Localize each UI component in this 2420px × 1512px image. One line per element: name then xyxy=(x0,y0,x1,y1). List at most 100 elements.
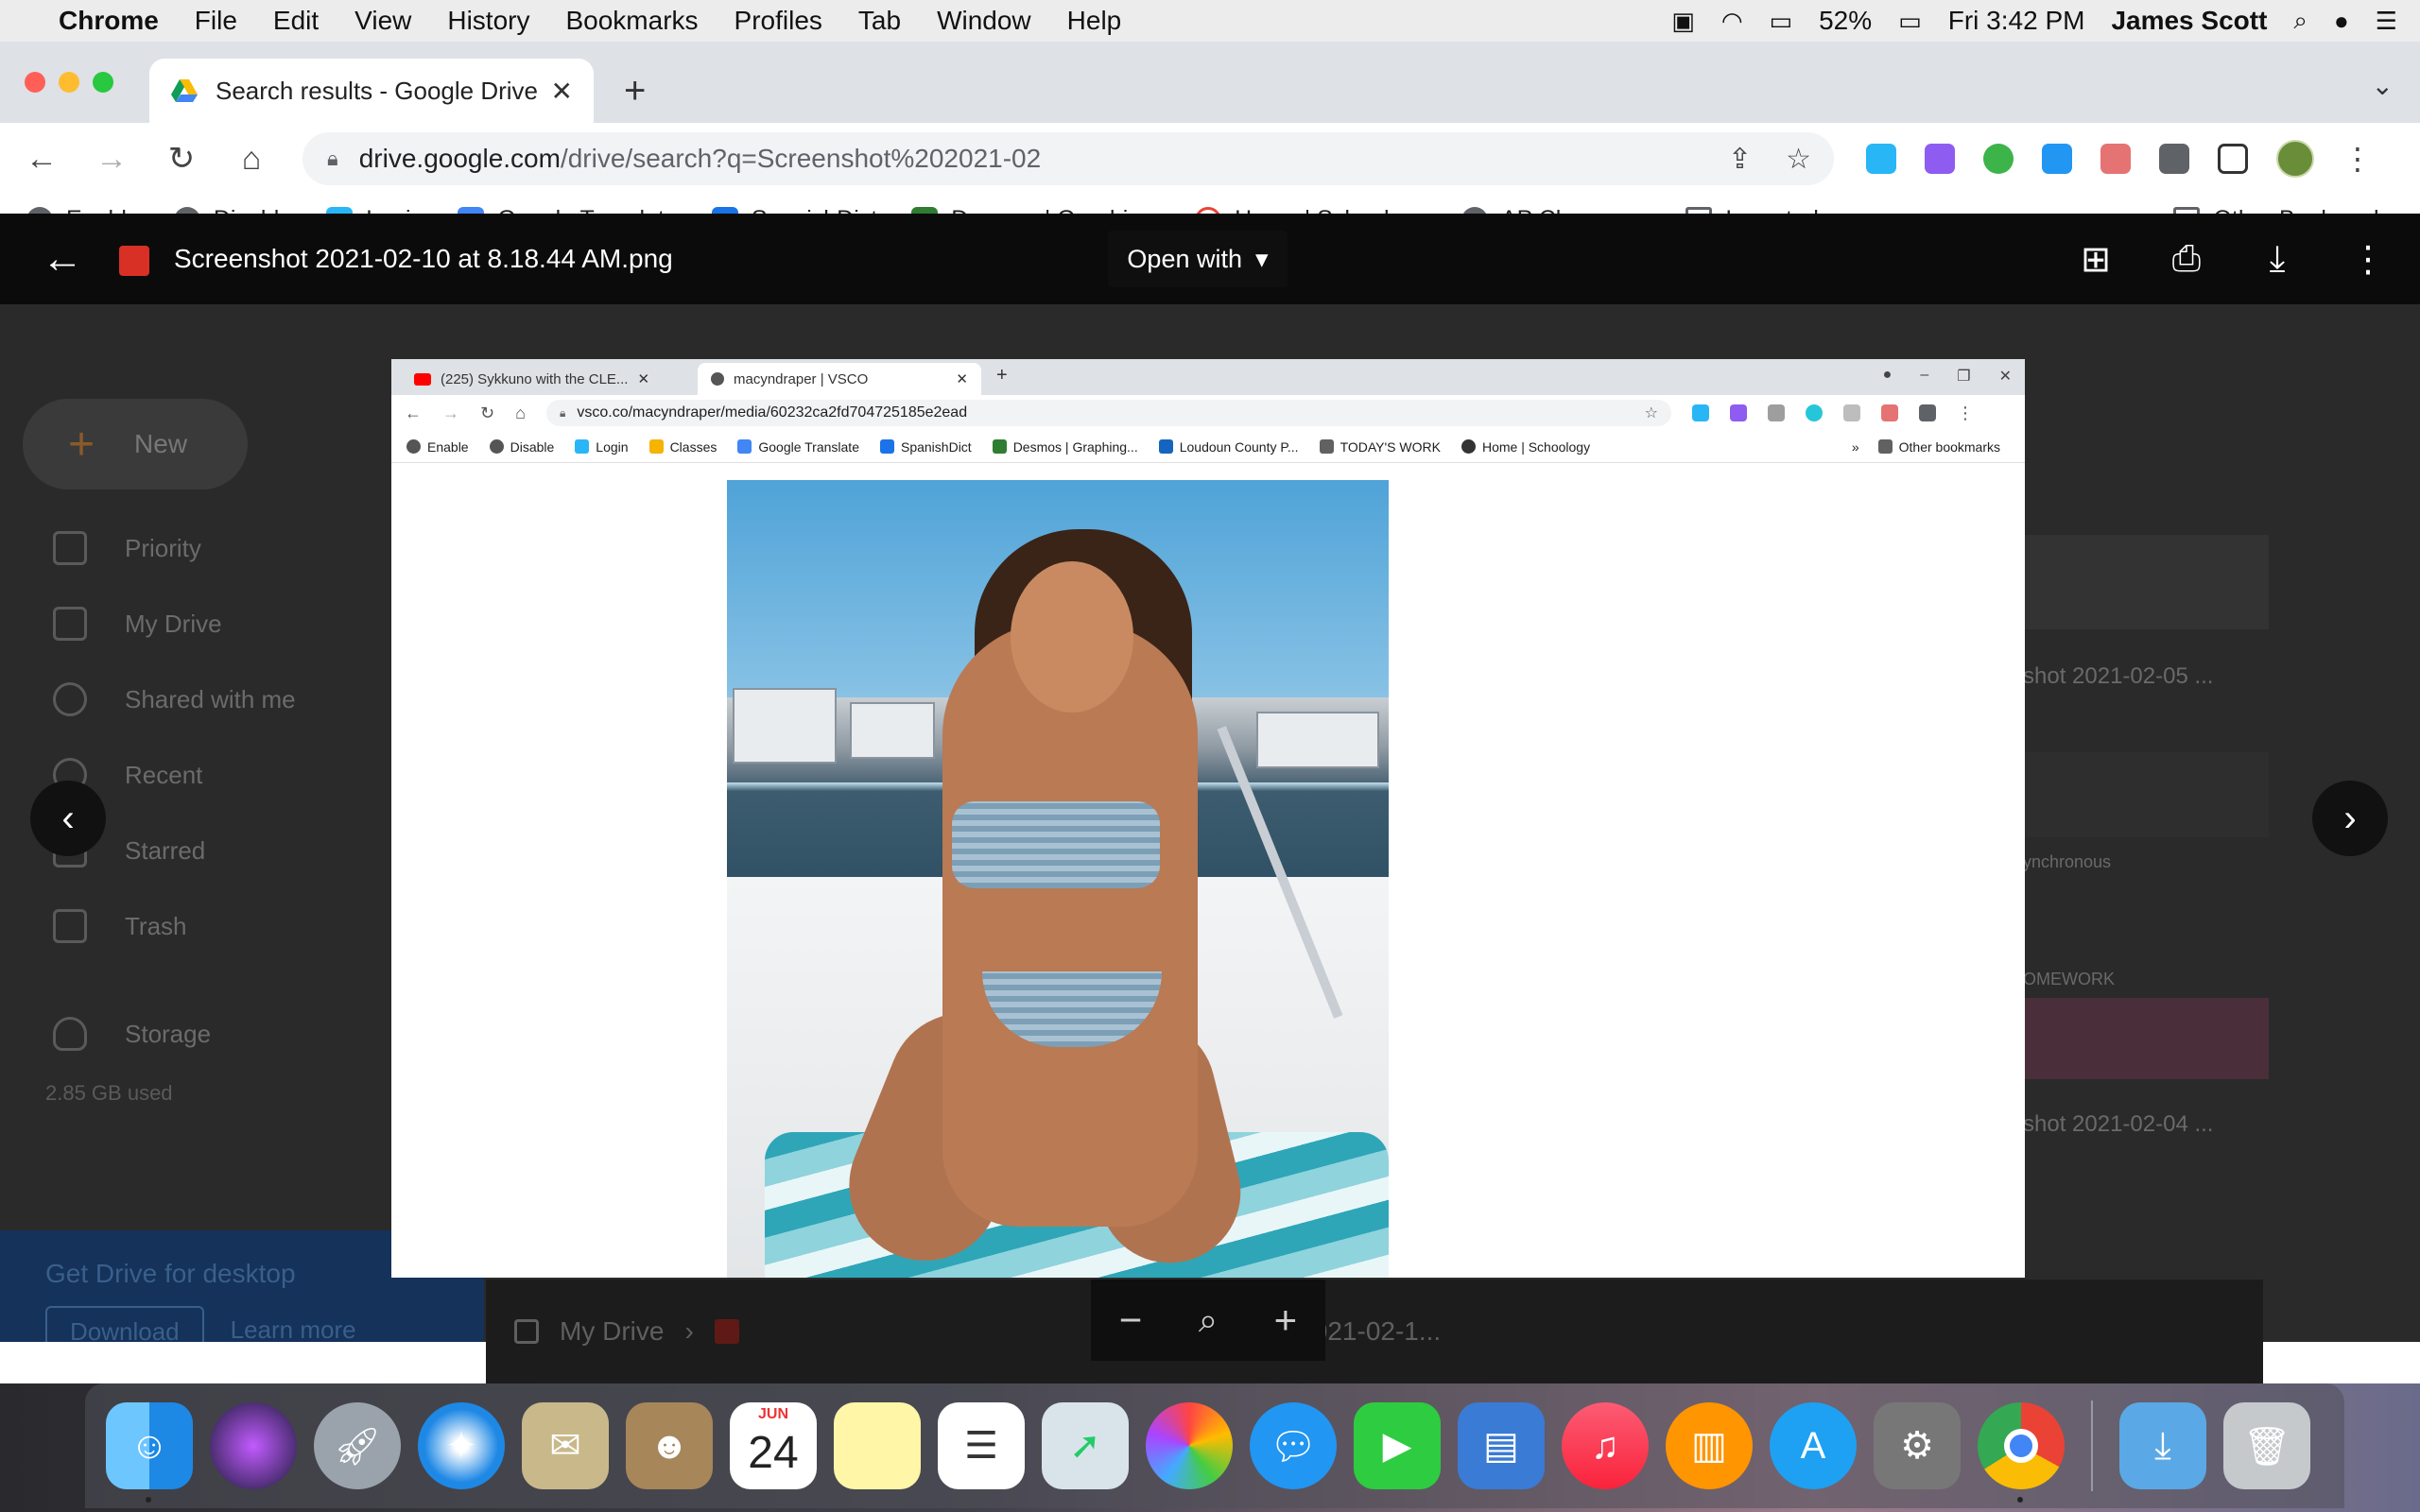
download-icon[interactable]: ⤓ xyxy=(2256,237,2299,281)
mail-icon[interactable]: ✉ xyxy=(522,1402,609,1489)
zoom-reset-icon[interactable]: ⌕ xyxy=(1199,1300,1218,1341)
spotlight-search-icon[interactable]: ⌕ xyxy=(2293,6,2308,36)
macos-menu-bar: Chrome File Edit View History Bookmarks … xyxy=(0,0,2420,42)
calendar-day: 24 xyxy=(748,1427,799,1478)
next-file-button[interactable]: › xyxy=(2312,781,2388,856)
reload-icon[interactable]: ↻ xyxy=(163,140,200,178)
sidebar-item-my-drive[interactable]: My Drive xyxy=(53,607,222,641)
home-icon[interactable]: ⌂ xyxy=(233,141,270,178)
sidebar-item-priority[interactable]: Priority xyxy=(53,531,201,565)
extension-rw-icon[interactable] xyxy=(1925,144,1955,174)
facetime-icon[interactable]: ▶ xyxy=(1354,1402,1441,1489)
bookmark-star-icon[interactable]: ☆ xyxy=(1786,143,1811,176)
battery-percent: 52% xyxy=(1819,6,1873,35)
launchpad-icon[interactable]: 🚀︎ xyxy=(314,1402,401,1489)
safari-icon[interactable]: ✧ xyxy=(418,1402,505,1489)
close-viewer-arrow-icon[interactable]: ← xyxy=(42,235,83,283)
extensions-puzzle-icon[interactable] xyxy=(2159,144,2189,174)
app-store-icon[interactable]: A xyxy=(1770,1402,1857,1489)
chrome-icon[interactable] xyxy=(1978,1402,2065,1503)
more-options-icon[interactable]: ⋮ xyxy=(2346,237,2390,281)
battery-icon[interactable]: ▭ xyxy=(1898,7,1922,36)
learn-more-link[interactable]: Learn more xyxy=(231,1306,356,1342)
add-comment-icon[interactable]: ⊞ xyxy=(2074,237,2118,281)
menu-tab[interactable]: Tab xyxy=(858,6,901,36)
system-preferences-icon[interactable]: ⚙ xyxy=(1874,1402,1961,1489)
new-tab-button[interactable]: + xyxy=(624,70,646,112)
tab-google-drive[interactable]: Search results - Google Drive ✕ xyxy=(149,59,594,123)
downloads-folder-icon[interactable]: ⤓ xyxy=(2119,1402,2206,1489)
print-icon[interactable]: ⎙ xyxy=(2165,237,2208,281)
chrome-menu-icon[interactable]: ⋮ xyxy=(2342,141,2373,177)
wifi-icon[interactable]: ◠ xyxy=(1721,7,1743,36)
contacts-icon[interactable]: ☻ xyxy=(626,1402,713,1489)
preview-tab-youtube: (225) Sykkuno with the CLE... ✕ xyxy=(401,363,700,395)
extension-arrows-icon[interactable] xyxy=(2042,144,2072,174)
result-thumbnail[interactable] xyxy=(2023,998,2269,1079)
maps-icon[interactable]: ➚ xyxy=(1042,1402,1129,1489)
extension-cast-icon[interactable] xyxy=(2100,144,2131,174)
finder-icon[interactable]: ☺ xyxy=(106,1402,193,1503)
close-window-button[interactable] xyxy=(25,72,45,93)
breadcrumb: My Drive › Screenshot 2021-02-1... xyxy=(486,1280,2263,1383)
messages-icon[interactable]: 💬︎ xyxy=(1250,1402,1337,1489)
menu-file[interactable]: File xyxy=(195,6,237,36)
menu-app-name[interactable]: Chrome xyxy=(59,6,159,36)
side-panel-icon[interactable] xyxy=(2218,144,2248,174)
keynote-icon[interactable]: ▤ xyxy=(1458,1402,1545,1489)
download-drive-button[interactable]: Download xyxy=(45,1306,204,1342)
extension-cloud-icon[interactable] xyxy=(1866,144,1896,174)
menu-clock[interactable]: Fri 3:42 PM xyxy=(1948,6,2085,36)
forward-icon[interactable]: → xyxy=(93,141,130,178)
new-button[interactable]: + New xyxy=(23,399,248,490)
result-thumbnail[interactable] xyxy=(2023,535,2269,629)
result-label[interactable]: shot 2021-02-05 ... xyxy=(2023,663,2213,690)
my-drive-icon xyxy=(53,607,87,641)
airplay-icon[interactable]: ▭ xyxy=(1770,7,1793,36)
sidebar-item-shared[interactable]: Shared with me xyxy=(53,682,296,716)
calendar-icon[interactable]: JUN 24 xyxy=(730,1402,817,1489)
trash-icon[interactable]: 🗑︎ xyxy=(2223,1402,2310,1489)
menu-help[interactable]: Help xyxy=(1067,6,1122,36)
open-with-button[interactable]: Open with ▾ xyxy=(1108,231,1288,287)
siri-icon[interactable]: ● xyxy=(2334,7,2349,36)
previous-file-button[interactable]: ‹ xyxy=(30,781,106,856)
notes-icon[interactable] xyxy=(834,1402,921,1489)
menu-user-name[interactable]: James Scott xyxy=(2111,6,2267,36)
zoom-window-button[interactable] xyxy=(93,72,113,93)
extension-green-icon[interactable] xyxy=(1983,144,2014,174)
back-icon[interactable]: ← xyxy=(23,141,60,178)
url-path: /drive/search?q=Screenshot%202021-02 xyxy=(560,144,1042,173)
share-icon[interactable]: ⇪ xyxy=(1728,143,1752,176)
extensions-row: ⋮ xyxy=(1866,140,2373,178)
status-app-icon[interactable]: ▣ xyxy=(1671,7,1695,36)
photo-face xyxy=(1011,561,1133,713)
sidebar-item-storage[interactable]: Storage xyxy=(53,1017,211,1051)
lock-icon[interactable]: 🔒︎ xyxy=(327,146,338,171)
profile-avatar[interactable] xyxy=(2276,140,2314,178)
menu-window[interactable]: Window xyxy=(937,6,1031,36)
breadcrumb-my-drive[interactable]: My Drive xyxy=(560,1316,664,1347)
address-bar[interactable]: 🔒︎ drive.google.com/drive/search?q=Scree… xyxy=(302,132,1834,185)
menu-edit[interactable]: Edit xyxy=(273,6,319,36)
zoom-out-icon[interactable]: − xyxy=(1119,1297,1143,1343)
photo-building xyxy=(850,702,935,759)
photos-icon[interactable] xyxy=(1146,1402,1233,1489)
control-center-icon[interactable]: ☰ xyxy=(2376,7,2397,36)
close-tab-icon[interactable]: ✕ xyxy=(551,76,573,107)
siri-icon[interactable] xyxy=(210,1402,297,1489)
tab-search-chevron-icon[interactable]: ⌄ xyxy=(2372,70,2394,101)
music-icon[interactable]: ♫ xyxy=(1562,1402,1649,1489)
menu-profiles[interactable]: Profiles xyxy=(735,6,822,36)
result-label[interactable]: shot 2021-02-04 ... xyxy=(2023,1111,2213,1138)
books-icon[interactable]: ▥ xyxy=(1666,1402,1753,1489)
sidebar-item-trash[interactable]: Trash xyxy=(53,909,187,943)
menu-bookmarks[interactable]: Bookmarks xyxy=(565,6,698,36)
menu-history[interactable]: History xyxy=(447,6,529,36)
menu-view[interactable]: View xyxy=(354,6,411,36)
reminders-icon[interactable]: ☰ xyxy=(938,1402,1025,1489)
result-thumbnail[interactable] xyxy=(2023,752,2269,837)
cloud-icon xyxy=(53,1017,87,1051)
minimize-window-button[interactable] xyxy=(59,72,79,93)
zoom-in-icon[interactable]: + xyxy=(1274,1297,1298,1343)
